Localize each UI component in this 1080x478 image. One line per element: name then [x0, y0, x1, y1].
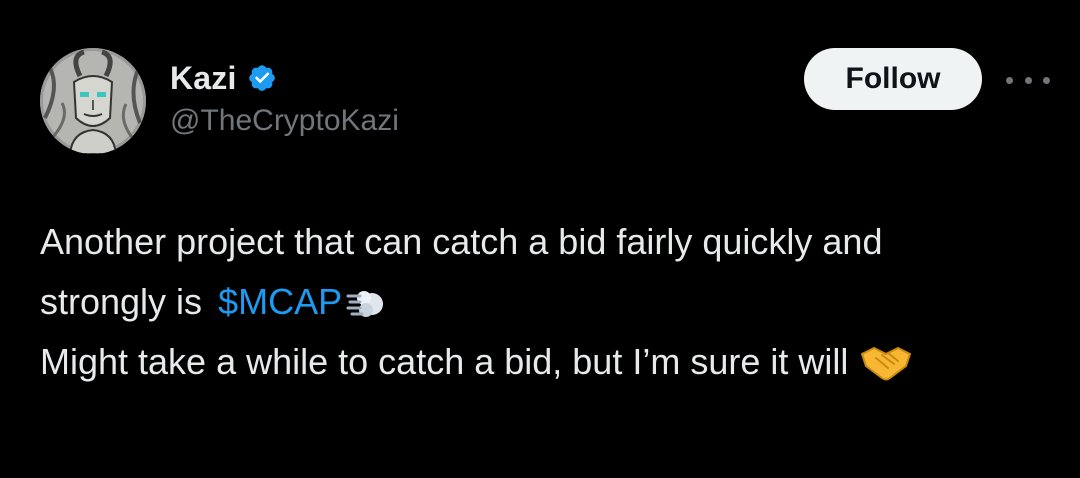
- author-identity: Kazi @TheCryptoKazi: [170, 58, 399, 138]
- cashtag-link[interactable]: $MCAP: [218, 272, 342, 332]
- author-handle[interactable]: @TheCryptoKazi: [170, 104, 399, 138]
- avatar[interactable]: [40, 48, 146, 154]
- follow-button[interactable]: Follow: [804, 48, 982, 110]
- display-name[interactable]: Kazi: [170, 60, 237, 97]
- more-dot: [1006, 76, 1013, 84]
- tweet-line-3-text: Might take a while to catch a bid, but I…: [40, 341, 849, 382]
- tweet-text: Another project that can catch a bid fai…: [40, 212, 1070, 392]
- tweet-line-1: Another project that can catch a bid fai…: [40, 212, 1070, 272]
- more-options-icon[interactable]: [1006, 68, 1050, 92]
- name-row: Kazi: [170, 58, 399, 98]
- more-dot: [1024, 76, 1032, 84]
- verified-badge-icon[interactable]: [247, 63, 277, 93]
- tweet-header: Kazi @TheCryptoKazi Follow: [40, 48, 1050, 158]
- dashing-away-icon: [346, 282, 386, 322]
- more-dot: [1043, 76, 1050, 84]
- tweet-line-2-text: strongly is: [40, 281, 203, 322]
- tweet-line-3: Might take a while to catch a bid, but I…: [40, 332, 1070, 392]
- robot-goat-avatar-icon: [40, 48, 146, 154]
- handshake-icon: [860, 340, 912, 384]
- tweet-line-1-text: Another project that can catch a bid fai…: [40, 221, 883, 262]
- tweet-line-2: strongly is $MCAP: [40, 272, 1070, 332]
